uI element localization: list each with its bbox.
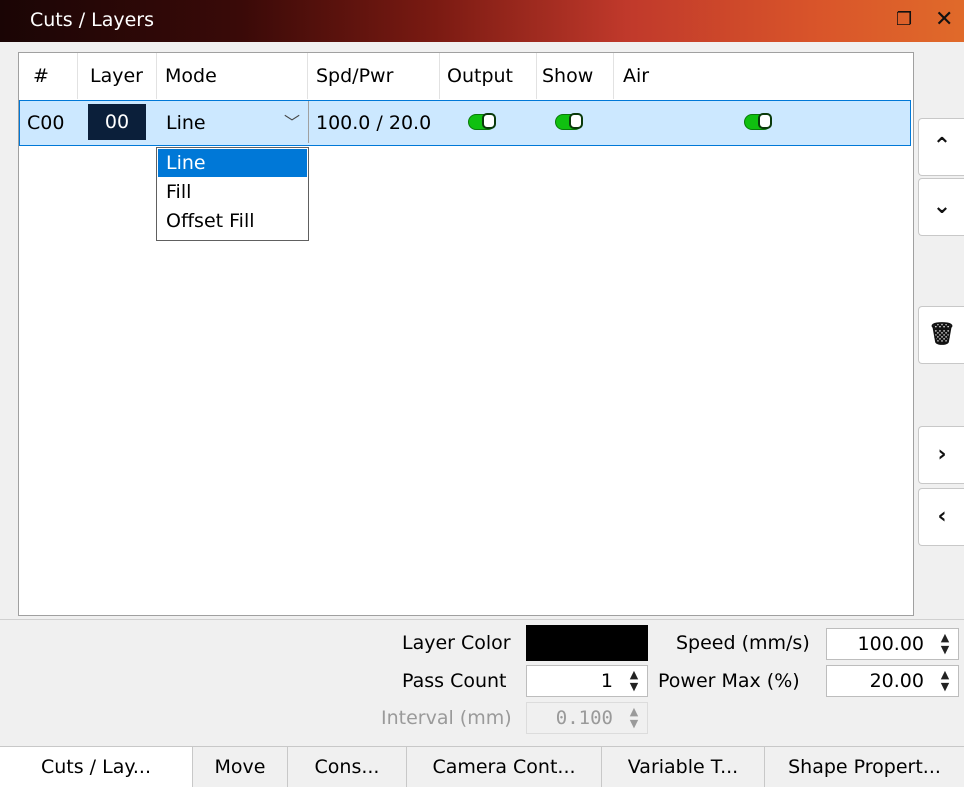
layer-color-swatch[interactable] — [526, 625, 648, 661]
col-header-show[interactable]: Show — [542, 53, 593, 99]
col-header-mode[interactable]: Mode — [165, 53, 217, 99]
layer-properties-panel: Layer Color Pass Count 1 ▲ ▼ Interval (mm… — [0, 619, 964, 745]
power-max-value: 20.00 — [869, 670, 924, 692]
interval-spinbox: 0.100 ▲ ▼ — [526, 702, 648, 734]
col-header-spd-pwr[interactable]: Spd/Pwr — [316, 53, 393, 99]
pass-count-label: Pass Count — [402, 670, 507, 692]
chevron-down-icon: ﹀ — [283, 113, 300, 132]
table-row[interactable]: C00 00 Line ﹀ 100.0 / 20.0 — [19, 100, 911, 146]
tab-camera-control[interactable]: Camera Cont... — [407, 747, 602, 787]
mode-combobox[interactable]: Line ﹀ — [157, 101, 309, 143]
power-max-spinbox[interactable]: 20.00 ▲ ▼ — [826, 665, 959, 697]
chevron-down-icon: ⌄ — [932, 194, 952, 219]
column-divider — [613, 53, 614, 99]
show-toggle[interactable] — [555, 113, 583, 130]
layer-swatch[interactable]: 00 — [88, 104, 146, 140]
air-toggle[interactable] — [744, 113, 772, 130]
interval-label: Interval (mm) — [381, 707, 512, 729]
spin-arrows-icon[interactable]: ▲ ▼ — [936, 669, 954, 693]
move-layer-up-button[interactable]: ⌃ — [918, 118, 964, 176]
speed-value: 100.00 — [857, 633, 924, 655]
mode-value: Line — [166, 112, 206, 134]
tab-shape-properties[interactable]: Shape Propert... — [765, 747, 964, 787]
tab-variable-text[interactable]: Variable T... — [602, 747, 765, 787]
column-divider — [307, 53, 308, 99]
column-divider — [536, 53, 537, 99]
bottom-tab-bar: Cuts / Lay... Move Cons... Camera Cont..… — [0, 746, 964, 787]
pass-count-spinbox[interactable]: 1 ▲ ▼ — [526, 665, 648, 697]
col-header-layer[interactable]: Layer — [90, 53, 143, 99]
power-max-label: Power Max (%) — [658, 670, 800, 692]
spin-arrows-icon[interactable]: ▲ ▼ — [625, 669, 643, 693]
cuts-layers-table: # Layer Mode Spd/Pwr Output Show Air C00… — [18, 52, 914, 616]
spin-arrows-icon[interactable]: ▲ ▼ — [936, 632, 954, 656]
mode-option-line[interactable]: Line — [158, 149, 307, 177]
move-layer-down-button[interactable]: ⌄ — [918, 178, 964, 236]
mode-dropdown-list: Line Fill Offset Fill — [156, 147, 309, 241]
col-header-output[interactable]: Output — [447, 53, 513, 99]
output-toggle[interactable] — [468, 113, 496, 130]
tab-console[interactable]: Cons... — [288, 747, 407, 787]
close-icon[interactable]: ✕ — [935, 7, 953, 32]
layer-color-label: Layer Color — [402, 632, 511, 654]
cut-id: C00 — [27, 112, 65, 134]
panel-titlebar: Cuts / Layers ❐ ✕ — [0, 0, 964, 42]
speed-label: Speed (mm/s) — [676, 632, 810, 654]
chevron-up-icon: ⌃ — [932, 134, 952, 159]
tab-move[interactable]: Move — [193, 747, 288, 787]
col-header-air[interactable]: Air — [623, 53, 649, 99]
column-divider — [156, 53, 157, 99]
mode-option-fill[interactable]: Fill — [158, 178, 307, 206]
panel-title: Cuts / Layers — [30, 9, 155, 31]
column-divider — [77, 53, 78, 99]
chevron-right-icon: › — [937, 442, 947, 467]
speed-spinbox[interactable]: 100.00 ▲ ▼ — [826, 628, 959, 660]
tab-cuts-layers[interactable]: Cuts / Lay... — [0, 747, 193, 787]
collapse-button[interactable]: ‹ — [918, 488, 964, 546]
expand-button[interactable]: › — [918, 426, 964, 484]
delete-layer-button[interactable]: 🗑 — [918, 306, 964, 364]
mode-option-offset-fill[interactable]: Offset Fill — [158, 207, 307, 235]
trash-icon: 🗑 — [928, 322, 956, 347]
chevron-left-icon: ‹ — [937, 504, 947, 529]
column-divider — [439, 53, 440, 99]
speed-power-value: 100.0 / 20.0 — [316, 112, 432, 134]
interval-value: 0.100 — [555, 707, 613, 729]
spin-arrows-icon: ▲ ▼ — [629, 705, 639, 730]
restore-icon[interactable]: ❐ — [896, 9, 912, 30]
pass-count-value: 1 — [600, 670, 613, 692]
col-header-number[interactable]: # — [33, 53, 49, 99]
